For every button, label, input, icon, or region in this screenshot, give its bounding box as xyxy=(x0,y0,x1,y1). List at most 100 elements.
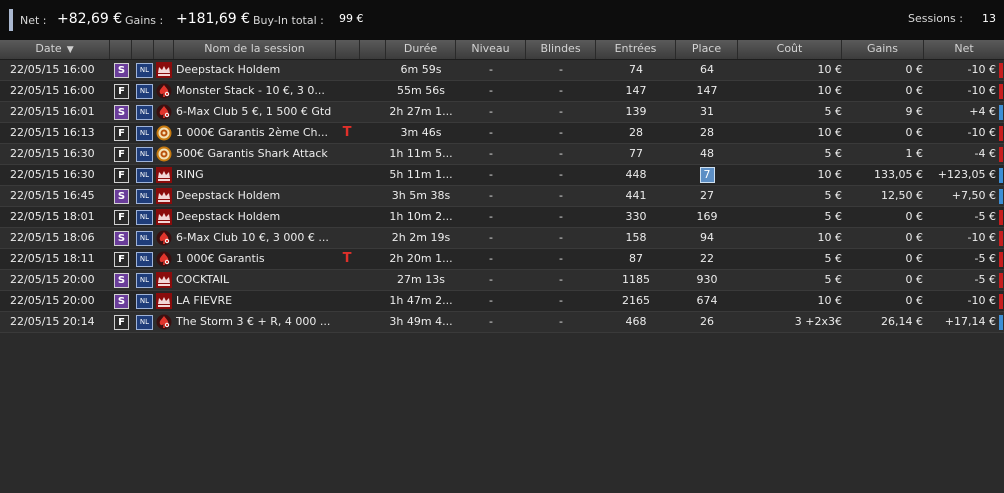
gains-cell: 1 € xyxy=(905,147,924,160)
col-name[interactable]: Nom de la session xyxy=(174,40,336,59)
limit-cell: NL xyxy=(136,102,153,122)
ticket-flag: T xyxy=(342,251,352,266)
table-row[interactable]: 22/05/15 16:30 F NL RING 5h 11m 1... - - 448 7 10… xyxy=(0,165,1004,186)
net-cell: +17,14 € xyxy=(944,315,996,328)
table-row[interactable]: 22/05/15 20:00 S NL LA FIEVRE 1h 47m 2... - - 2… xyxy=(0,291,1004,312)
net-indicator-bar xyxy=(999,63,1003,78)
summary-bar: Net : +82,69 € Gains : +181,69 € Buy-In … xyxy=(0,0,1004,40)
limit-badge: NL xyxy=(136,210,153,225)
table-row[interactable]: 22/05/15 20:00 S NL COCKTAIL 27m 13s - - 1185 93… xyxy=(0,270,1004,291)
sort-down-icon: ▼ xyxy=(66,45,74,55)
net-cell: -5 € xyxy=(974,273,996,286)
table-row[interactable]: 22/05/15 16:45 S NL Deepstack Holdem 3h 5m 3… xyxy=(0,186,1004,207)
table-row[interactable]: 22/05/15 18:01 F NL Deepstack Holdem 1h 10m … xyxy=(0,207,1004,228)
type-cell: F xyxy=(114,165,129,185)
duration-cell: 2h 20m 1... xyxy=(389,252,453,265)
col-cout[interactable]: Coût xyxy=(738,40,842,59)
room-cell xyxy=(156,102,173,122)
cost-cell: 10 € xyxy=(817,231,843,244)
ticket-flag xyxy=(340,228,354,248)
limit-cell: NL xyxy=(136,270,153,290)
session-name: COCKTAIL xyxy=(176,273,230,286)
place-cell: 7 xyxy=(676,165,738,185)
table-row[interactable]: 22/05/15 16:00 F NL Monster Stack - 10 €, 3… xyxy=(0,81,1004,102)
game-type-badge: F xyxy=(114,168,129,183)
level-cell: - xyxy=(489,189,493,202)
type-cell: F xyxy=(114,123,129,143)
room-cell xyxy=(156,60,173,80)
col-entrees[interactable]: Entrées xyxy=(596,40,676,59)
net-indicator-bar xyxy=(999,273,1003,288)
duration-cell: 27m 13s xyxy=(397,273,445,286)
duration-cell: 6m 59s xyxy=(400,63,442,76)
table-row[interactable]: 22/05/15 16:01 S NL 6-Max Club 5 €, 1 500 €… xyxy=(0,102,1004,123)
ticket-flag: T xyxy=(342,125,352,140)
level-cell: - xyxy=(489,315,493,328)
place-cell: 930 xyxy=(676,270,738,290)
duration-cell: 1h 10m 2... xyxy=(389,210,453,223)
place-cell: 26 xyxy=(676,312,738,332)
place-cell: 674 xyxy=(676,291,738,311)
limit-cell: NL xyxy=(136,81,153,101)
col-limit[interactable] xyxy=(132,40,154,59)
level-cell: - xyxy=(489,105,493,118)
entries-cell: 1185 xyxy=(622,273,650,286)
session-name: Deepstack Holdem xyxy=(176,210,281,223)
red-spade-icon xyxy=(156,251,172,267)
table-row[interactable]: 22/05/15 20:14 F NL The Storm 3 € + R, 4 00… xyxy=(0,312,1004,333)
blinds-cell: - xyxy=(559,252,563,265)
place-highlight: 7 xyxy=(699,167,715,183)
net-indicator-bar xyxy=(999,231,1003,246)
col-gains[interactable]: Gains xyxy=(842,40,924,59)
orange-chip-icon xyxy=(156,125,172,141)
duration-cell: 2h 27m 1... xyxy=(389,105,453,118)
col-niveau[interactable]: Niveau xyxy=(456,40,526,59)
place-value: 28 xyxy=(700,126,714,139)
session-name: Monster Stack - 10 €, 3 0... xyxy=(176,84,325,97)
net-cell: -10 € xyxy=(967,63,996,76)
session-name: The Storm 3 € + R, 4 000 ... xyxy=(176,315,331,328)
table-row[interactable]: 22/05/15 18:11 F NL 1 000€ Garantis T 2h 20m … xyxy=(0,249,1004,270)
level-cell: - xyxy=(489,84,493,97)
col-date[interactable]: Date ▼ xyxy=(0,40,110,59)
table-row[interactable]: 22/05/15 16:00 S NL Deepstack Holdem 6m 59s -… xyxy=(0,60,1004,81)
gains-value: +181,69 € xyxy=(176,11,251,27)
date-cell: 22/05/15 18:01 xyxy=(10,210,95,223)
ticket-flag xyxy=(340,291,354,311)
col-net[interactable]: Net xyxy=(924,40,1004,59)
game-type-badge: F xyxy=(114,126,129,141)
game-type-badge: F xyxy=(114,147,129,162)
col-flag[interactable] xyxy=(336,40,360,59)
duration-cell: 2h 2m 19s xyxy=(391,231,451,244)
limit-badge: NL xyxy=(136,84,153,99)
type-cell: S xyxy=(114,291,129,311)
col-room[interactable] xyxy=(154,40,174,59)
red-crown-icon xyxy=(156,62,172,78)
net-indicator-bar xyxy=(999,126,1003,141)
limit-cell: NL xyxy=(136,207,153,227)
entries-cell: 441 xyxy=(625,189,647,202)
col-type[interactable] xyxy=(110,40,132,59)
level-cell: - xyxy=(489,273,493,286)
buyin-value: 99 € xyxy=(339,12,364,25)
table-row[interactable]: 22/05/15 18:06 S NL 6-Max Club 10 €, 3 000 … xyxy=(0,228,1004,249)
col-place[interactable]: Place xyxy=(676,40,738,59)
net-indicator-bar xyxy=(999,105,1003,120)
place-value: 674 xyxy=(696,294,718,307)
place-value: 48 xyxy=(700,147,714,160)
ticket-flag xyxy=(340,270,354,290)
room-cell xyxy=(156,270,173,290)
net-indicator-bar xyxy=(999,210,1003,225)
date-cell: 22/05/15 16:45 xyxy=(10,189,95,202)
col-duree[interactable]: Durée xyxy=(386,40,456,59)
session-name: LA FIEVRE xyxy=(176,294,233,307)
entries-cell: 139 xyxy=(625,105,647,118)
table-row[interactable]: 22/05/15 16:30 F NL 500€ Garantis Shark Att… xyxy=(0,144,1004,165)
red-spade-icon xyxy=(156,83,172,99)
col-blindes[interactable]: Blindes xyxy=(526,40,596,59)
table-row[interactable]: 22/05/15 16:13 F NL 1 000€ Garantis 2ème Ch… xyxy=(0,123,1004,144)
entries-cell: 77 xyxy=(629,147,643,160)
table-header: Date ▼ Nom de la session Durée Niveau Bli… xyxy=(0,40,1004,60)
session-name: 500€ Garantis Shark Attack xyxy=(176,147,328,160)
place-value: 169 xyxy=(696,210,718,223)
